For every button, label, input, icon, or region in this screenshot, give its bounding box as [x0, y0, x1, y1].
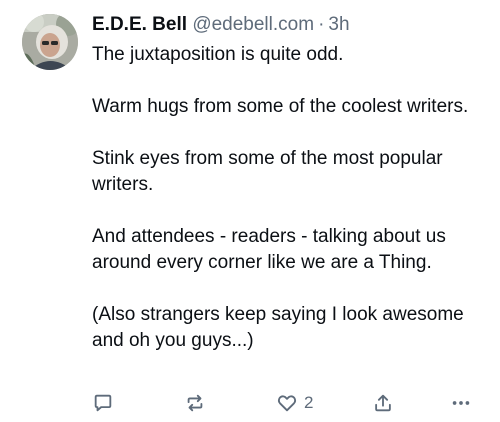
- avatar-photo-icon: [22, 14, 78, 70]
- author-handle[interactable]: @edebell.com: [192, 14, 314, 35]
- post-timestamp[interactable]: 3h: [328, 14, 349, 35]
- post-actions: 2: [92, 390, 482, 416]
- repost-button[interactable]: [184, 390, 206, 416]
- post-body: The juxtaposition is quite odd. Warm hug…: [92, 42, 482, 354]
- avatar[interactable]: [22, 14, 78, 70]
- post-paragraph: The juxtaposition is quite odd.: [92, 44, 344, 65]
- post-paragraph: Warm hugs from some of the coolest write…: [92, 96, 469, 117]
- header-separator: ·: [318, 14, 325, 35]
- reply-button[interactable]: [92, 390, 114, 416]
- post-paragraph: (Also strangers keep saying I look aweso…: [92, 304, 464, 351]
- post-header: E.D.E. Bell @edebell.com · 3h: [92, 12, 350, 38]
- speech-bubble-icon: [94, 394, 112, 412]
- more-options-button[interactable]: [450, 390, 472, 416]
- repost-arrows-icon: [187, 394, 203, 412]
- share-upload-icon: [375, 394, 391, 412]
- post-paragraph: And attendees - readers - talking about …: [92, 226, 446, 273]
- like-count: 2: [304, 393, 314, 412]
- like-button[interactable]: 2: [276, 390, 313, 416]
- heart-icon: [277, 395, 297, 412]
- post-card: E.D.E. Bell @edebell.com · 3h The juxtapos…: [0, 0, 500, 422]
- share-button[interactable]: [372, 390, 394, 416]
- post-paragraph: Stink eyes from some of the most popular…: [92, 148, 443, 195]
- ellipsis-icon: [452, 401, 470, 405]
- author-display-name[interactable]: E.D.E. Bell: [92, 14, 187, 35]
